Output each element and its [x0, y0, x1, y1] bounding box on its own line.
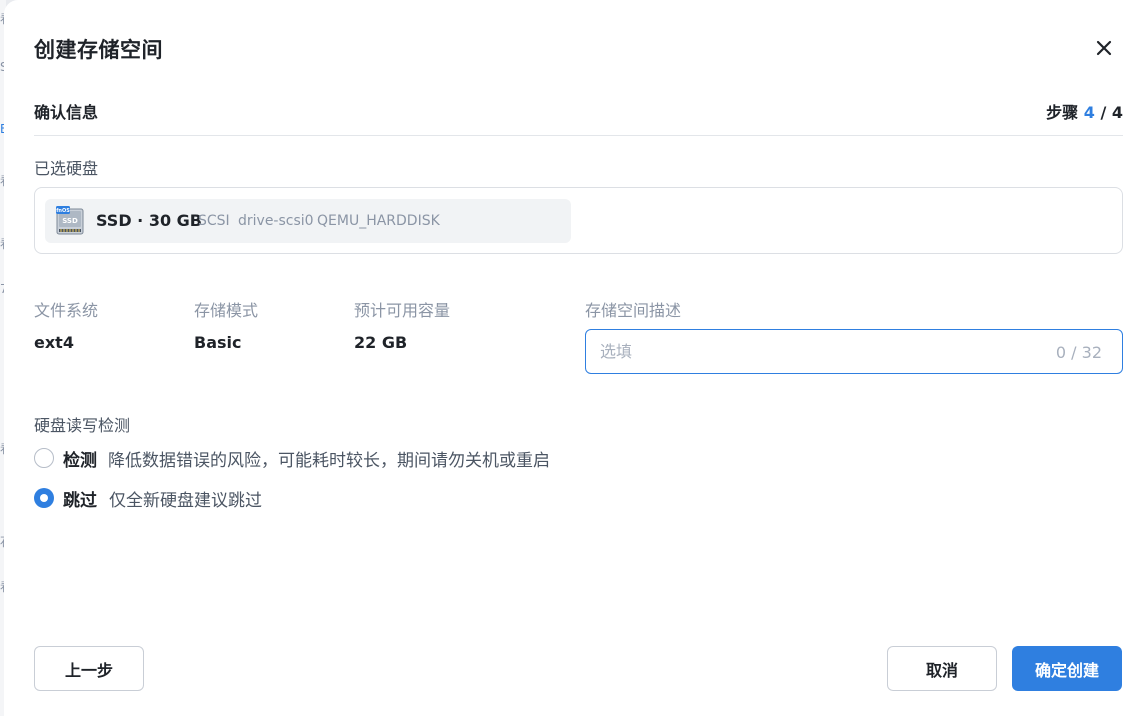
step-separator: /: [1094, 103, 1112, 122]
radio-skip-label: 跳过: [63, 491, 97, 511]
filesystem-label: 文件系统: [34, 301, 99, 320]
selected-disks-box: fnOS SSD SSD · 30 GB SCSI drive-scsi0 QE…: [34, 187, 1123, 254]
disk-id: drive-scsi0: [238, 213, 314, 229]
header-divider: [34, 135, 1123, 136]
radio-option-skip[interactable]: 跳过 仅全新硬盘建议跳过: [34, 486, 274, 511]
confirm-create-button[interactable]: 确定创建: [1012, 646, 1122, 691]
capacity-value: 22 GB: [354, 333, 408, 352]
step-total: 4: [1111, 103, 1123, 122]
section-title: 确认信息: [34, 103, 99, 122]
description-input[interactable]: [600, 330, 1020, 373]
storage-mode-label: 存储模式: [194, 301, 259, 320]
dialog-title: 创建存储空间: [34, 38, 163, 62]
step-indicator: 步骤 4 / 4: [1046, 99, 1123, 123]
radio-option-check[interactable]: 检测 降低数据错误的风险，可能耗时较长，期间请勿关机或重启: [34, 446, 574, 471]
close-button[interactable]: [1092, 36, 1116, 60]
disk-model: QEMU_HARDDISK: [317, 213, 440, 229]
radio-skip-desc: 仅全新硬盘建议跳过: [109, 491, 262, 511]
create-storage-dialog: 创建存储空间 确认信息 步骤 4 / 4 已选硬盘 fnOS SSD SSD ·…: [4, 0, 1123, 716]
step-current: 4: [1083, 103, 1095, 122]
disk-chip: fnOS SSD SSD · 30 GB SCSI drive-scsi0 QE…: [45, 199, 571, 243]
description-counter: 0 / 32: [1055, 343, 1102, 362]
ssd-icon-badge: fnOS: [56, 208, 70, 214]
close-icon: [1096, 40, 1112, 56]
radio-check-label: 检测: [63, 451, 97, 471]
storage-mode-value: Basic: [194, 333, 242, 352]
cancel-button[interactable]: 取消: [887, 646, 997, 691]
disk-bus: SCSI: [198, 213, 230, 229]
ssd-icon-text: SSD: [62, 217, 78, 225]
ssd-drive-icon: fnOS SSD: [56, 206, 84, 235]
step-label: 步骤: [1046, 103, 1079, 122]
capacity-label: 预计可用容量: [354, 301, 451, 320]
radio-check[interactable]: [34, 448, 54, 468]
disk-check-label: 硬盘读写检测: [34, 416, 131, 435]
radio-skip[interactable]: [34, 488, 54, 508]
prev-step-button[interactable]: 上一步: [34, 646, 144, 691]
description-field[interactable]: 0 / 32: [585, 329, 1123, 374]
disk-name: SSD · 30 GB: [96, 211, 202, 230]
radio-check-desc: 降低数据错误的风险，可能耗时较长，期间请勿关机或重启: [108, 451, 550, 471]
filesystem-value: ext4: [34, 333, 74, 352]
selected-disks-label: 已选硬盘: [34, 159, 99, 178]
description-label: 存储空间描述: [585, 301, 682, 320]
